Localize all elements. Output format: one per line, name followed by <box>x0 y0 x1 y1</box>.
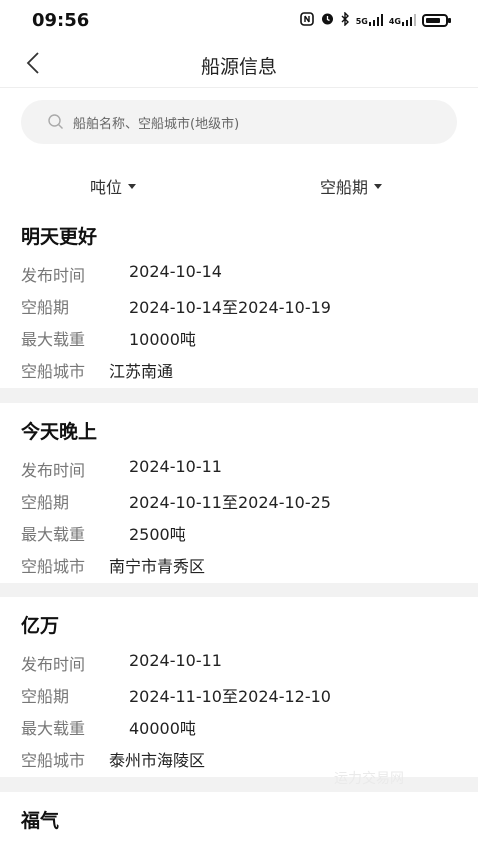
empty-period-value: 2024-11-10至2024-12-10 <box>129 687 331 706</box>
max-load-value: 2500吨 <box>129 525 186 544</box>
empty-period-label: 空船期 <box>21 493 70 512</box>
publish-time-label: 发布时间 <box>21 266 86 285</box>
signal-4g-label: 4G <box>388 17 401 26</box>
empty-period-label: 空船期 <box>21 687 70 706</box>
status-time: 09:56 <box>32 10 90 31</box>
empty-period-value: 2024-10-14至2024-10-19 <box>129 298 331 317</box>
bluetooth-icon <box>341 10 350 29</box>
battery-icon <box>422 13 451 27</box>
ship-name: 明天更好 <box>21 226 98 248</box>
publish-time-value: 2024-10-14 <box>129 262 222 281</box>
info-row: 最大载重 40000吨 <box>21 715 196 739</box>
ship-name: 今天晚上 <box>21 421 98 443</box>
empty-period-value: 2024-10-11至2024-10-25 <box>129 493 331 512</box>
empty-city-value: 南宁市青秀区 <box>109 557 206 576</box>
search-input[interactable]: 船舶名称、空船城市(地级市) <box>21 100 457 144</box>
info-row: 空船城市 江苏南通 <box>21 358 173 382</box>
info-row: 空船城市 泰州市海陵区 <box>21 747 205 771</box>
max-load-value: 10000吨 <box>129 330 196 349</box>
status-bar: 09:56 5G 4G <box>0 0 478 40</box>
empty-period-label: 空船期 <box>21 298 70 317</box>
ship-name: 亿万 <box>21 615 60 637</box>
filter-label: 空船期 <box>320 178 369 197</box>
ship-card[interactable]: 福气 <box>0 792 478 850</box>
max-load-label: 最大载重 <box>21 330 86 349</box>
ship-name: 福气 <box>21 810 60 832</box>
publish-time-label: 发布时间 <box>21 655 86 674</box>
ship-card[interactable]: 亿万 发布时间 2024-10-11 空船期 2024-11-10至2024-1… <box>0 597 478 777</box>
max-load-label: 最大载重 <box>21 719 86 738</box>
watermark: 运力交易网 <box>334 771 404 787</box>
ship-card[interactable]: 今天晚上 发布时间 2024-10-11 空船期 2024-10-11至2024… <box>0 403 478 583</box>
ship-card[interactable]: 明天更好 发布时间 2024-10-14 空船期 2024-10-14至2024… <box>0 208 478 388</box>
empty-city-label: 空船城市 <box>21 557 86 576</box>
nav-bar: 船源信息 <box>0 40 478 88</box>
empty-city-value: 江苏南通 <box>109 362 174 381</box>
info-row: 发布时间 2024-10-11 <box>21 651 222 675</box>
signal-5g-label: 5G <box>355 17 368 26</box>
filter-empty-period-dropdown[interactable]: 空船期 <box>320 174 383 198</box>
filter-tonnage-dropdown[interactable]: 吨位 <box>90 174 137 198</box>
filter-bar: 吨位 空船期 <box>0 158 478 208</box>
caret-down-icon <box>128 183 137 189</box>
alarm-icon <box>320 11 335 29</box>
max-load-value: 40000吨 <box>129 719 196 738</box>
publish-time-label: 发布时间 <box>21 461 86 480</box>
nfc-icon <box>299 11 314 29</box>
publish-time-value: 2024-10-11 <box>129 651 222 670</box>
info-row: 发布时间 2024-10-11 <box>21 457 222 481</box>
info-row: 发布时间 2024-10-14 <box>21 262 222 286</box>
info-row: 空船期 2024-10-14至2024-10-19 <box>21 294 331 318</box>
filter-label: 吨位 <box>90 178 123 197</box>
signal-5g-icon: 5G <box>356 14 383 26</box>
info-row: 空船城市 南宁市青秀区 <box>21 553 205 577</box>
info-row: 空船期 2024-10-11至2024-10-25 <box>21 489 331 513</box>
page-title: 船源信息 <box>200 56 277 78</box>
signal-4g-icon: 4G <box>389 14 416 26</box>
max-load-label: 最大载重 <box>21 525 86 544</box>
empty-city-label: 空船城市 <box>21 751 86 770</box>
caret-down-icon <box>374 183 383 189</box>
empty-city-value: 泰州市海陵区 <box>109 751 206 770</box>
publish-time-value: 2024-10-11 <box>129 457 222 476</box>
info-row: 最大载重 10000吨 <box>21 326 196 350</box>
search-area: 船舶名称、空船城市(地级市) <box>0 88 478 158</box>
empty-city-label: 空船城市 <box>21 362 86 381</box>
info-row: 空船期 2024-11-10至2024-12-10 <box>21 683 331 707</box>
search-placeholder: 船舶名称、空船城市(地级市) <box>73 117 240 132</box>
info-row: 最大载重 2500吨 <box>21 521 186 545</box>
status-icons: 5G 4G <box>299 10 451 29</box>
search-icon <box>47 113 65 131</box>
